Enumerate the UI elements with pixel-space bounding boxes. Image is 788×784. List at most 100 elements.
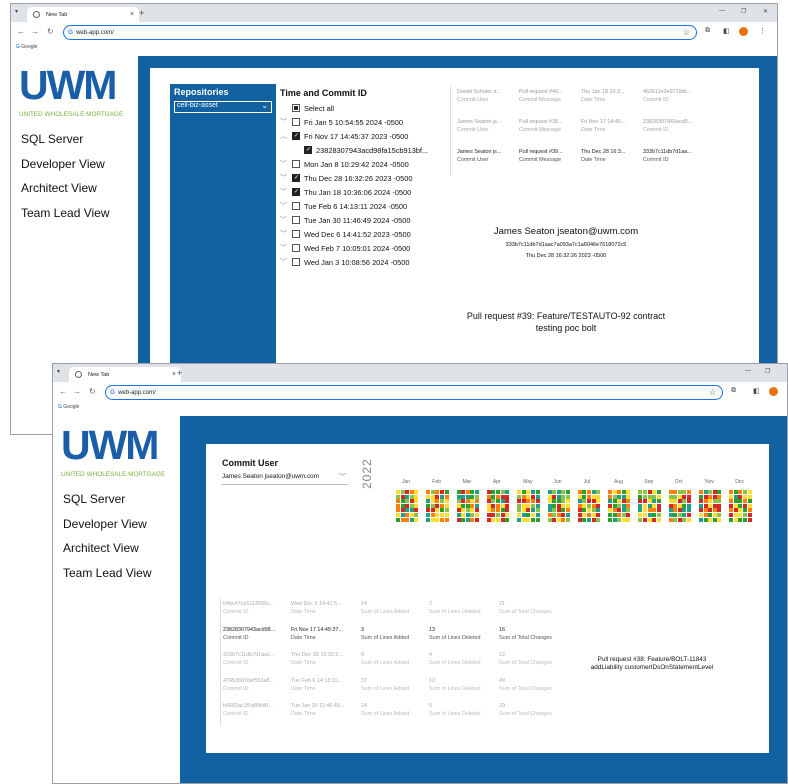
row-checkbox[interactable] — [304, 146, 312, 154]
heatmap-cell[interactable] — [517, 513, 522, 517]
heatmap-cell[interactable] — [470, 503, 475, 508]
heatmap-cell[interactable] — [440, 503, 445, 508]
heatmap-cell[interactable] — [552, 503, 557, 508]
heatmap-cell[interactable] — [591, 513, 596, 517]
slicer-row[interactable]: ﹀ Tue Feb 6 14:13:11 2024 -0500 — [280, 199, 450, 213]
heatmap-cell[interactable] — [461, 494, 466, 499]
heatmap-cell[interactable] — [461, 490, 466, 494]
heatmap-cell[interactable] — [621, 517, 626, 522]
heatmap-cell[interactable] — [486, 513, 491, 517]
heatmap-cell[interactable] — [577, 490, 582, 494]
forward-icon[interactable]: → — [31, 27, 39, 36]
slicer-row[interactable]: ︿ Fri Nov 17 14:45:37 2023 -0500 — [280, 129, 450, 143]
heatmap-cell[interactable] — [400, 490, 405, 494]
heatmap-cell[interactable] — [426, 508, 431, 513]
heatmap-cell[interactable] — [712, 490, 717, 494]
heatmap-cell[interactable] — [521, 513, 526, 517]
heatmap-cell[interactable] — [673, 513, 678, 517]
heatmap-cell[interactable] — [474, 513, 479, 517]
heatmap-cell[interactable] — [743, 517, 748, 522]
heatmap-cell[interactable] — [521, 499, 526, 504]
heatmap-cell[interactable] — [430, 517, 435, 522]
heatmap-cell[interactable] — [729, 513, 734, 517]
heatmap-cell[interactable] — [561, 517, 566, 522]
heatmap-cell[interactable] — [638, 517, 643, 522]
heatmap-cell[interactable] — [608, 508, 613, 513]
heatmap-cell[interactable] — [738, 490, 743, 494]
heatmap-cell[interactable] — [743, 490, 748, 494]
new-tab-button[interactable]: + — [139, 8, 144, 18]
heatmap-cell[interactable] — [687, 499, 692, 504]
heatmap-cell[interactable] — [440, 517, 445, 522]
address-bar[interactable]: G web-app.com/ ☆ — [63, 25, 697, 40]
heatmap-cell[interactable] — [638, 490, 643, 494]
heatmap-cell[interactable] — [535, 517, 540, 522]
chevron-down-icon[interactable]: ﹀ — [280, 257, 292, 267]
heatmap-cell[interactable] — [461, 517, 466, 522]
heatmap-cell[interactable] — [465, 517, 470, 522]
heatmap-cell[interactable] — [638, 494, 643, 499]
heatmap-cell[interactable] — [656, 490, 661, 494]
heatmap-cell[interactable] — [738, 494, 743, 499]
heatmap-cell[interactable] — [647, 490, 652, 494]
restore-icon[interactable]: ❐ — [765, 368, 770, 375]
heatmap-cell[interactable] — [586, 494, 591, 499]
heatmap-cell[interactable] — [409, 508, 414, 513]
heatmap-cell[interactable] — [677, 517, 682, 522]
slicer-row[interactable]: 23828307943acd98fa15cb913bf... — [280, 143, 450, 157]
heatmap-cell[interactable] — [617, 508, 622, 513]
browser-tab[interactable]: New Tab × — [69, 367, 181, 382]
heatmap-cell[interactable] — [556, 499, 561, 504]
heatmap-cell[interactable] — [505, 517, 510, 522]
heatmap-cell[interactable] — [621, 513, 626, 517]
heatmap-cell[interactable] — [400, 517, 405, 522]
heatmap-cell[interactable] — [530, 494, 535, 499]
heatmap-cell[interactable] — [591, 508, 596, 513]
profile-avatar[interactable] — [769, 387, 778, 396]
heatmap-cell[interactable] — [608, 494, 613, 499]
heatmap-cell[interactable] — [430, 508, 435, 513]
heatmap-cell[interactable] — [396, 499, 400, 504]
heatmap-cell[interactable] — [521, 517, 526, 522]
sidebar-item-team-lead-view[interactable]: Team Lead View — [63, 566, 152, 591]
heatmap-cell[interactable] — [552, 517, 557, 522]
heatmap-cell[interactable] — [526, 508, 531, 513]
heatmap-cell[interactable] — [414, 499, 419, 504]
heatmap-cell[interactable] — [435, 490, 440, 494]
heatmap-cell[interactable] — [738, 499, 743, 504]
heatmap-cell[interactable] — [435, 513, 440, 517]
heatmap-cell[interactable] — [591, 490, 596, 494]
heatmap-cell[interactable] — [530, 517, 535, 522]
heatmap-cell[interactable] — [733, 508, 738, 513]
heatmap-cell[interactable] — [440, 499, 445, 504]
sidebar-item-developer-view[interactable]: Developer View — [21, 157, 110, 182]
heatmap-cell[interactable] — [596, 508, 601, 513]
row-checkbox[interactable] — [292, 160, 300, 168]
heatmap-cell[interactable] — [743, 513, 748, 517]
heatmap-cell[interactable] — [547, 494, 552, 499]
heatmap-cell[interactable] — [535, 494, 540, 499]
heatmap-cell[interactable] — [456, 513, 461, 517]
heatmap-cell[interactable] — [526, 517, 531, 522]
heatmap-cell[interactable] — [699, 494, 703, 499]
heatmap-cell[interactable] — [517, 490, 522, 494]
heatmap-cell[interactable] — [426, 490, 431, 494]
heatmap-cell[interactable] — [470, 508, 475, 513]
repositories-dropdown[interactable]: cell-biz-asset ⌄ — [174, 101, 272, 113]
heatmap-cell[interactable] — [733, 513, 738, 517]
heatmap-cell[interactable] — [444, 494, 449, 499]
heatmap-cell[interactable] — [547, 490, 552, 494]
heatmap-cell[interactable] — [708, 494, 713, 499]
heatmap-cell[interactable] — [440, 513, 445, 517]
heatmap-cell[interactable] — [699, 490, 703, 494]
heatmap-cell[interactable] — [747, 503, 752, 508]
heatmap-cell[interactable] — [647, 494, 652, 499]
heatmap-cell[interactable] — [505, 503, 510, 508]
heatmap-cell[interactable] — [547, 517, 552, 522]
select-all-row[interactable]: Select all — [280, 101, 450, 115]
heatmap-cell[interactable] — [743, 494, 748, 499]
heatmap-cell[interactable] — [747, 517, 752, 522]
heatmap-cell[interactable] — [596, 494, 601, 499]
heatmap-cell[interactable] — [565, 499, 570, 504]
reload-icon[interactable]: ↻ — [47, 27, 54, 36]
